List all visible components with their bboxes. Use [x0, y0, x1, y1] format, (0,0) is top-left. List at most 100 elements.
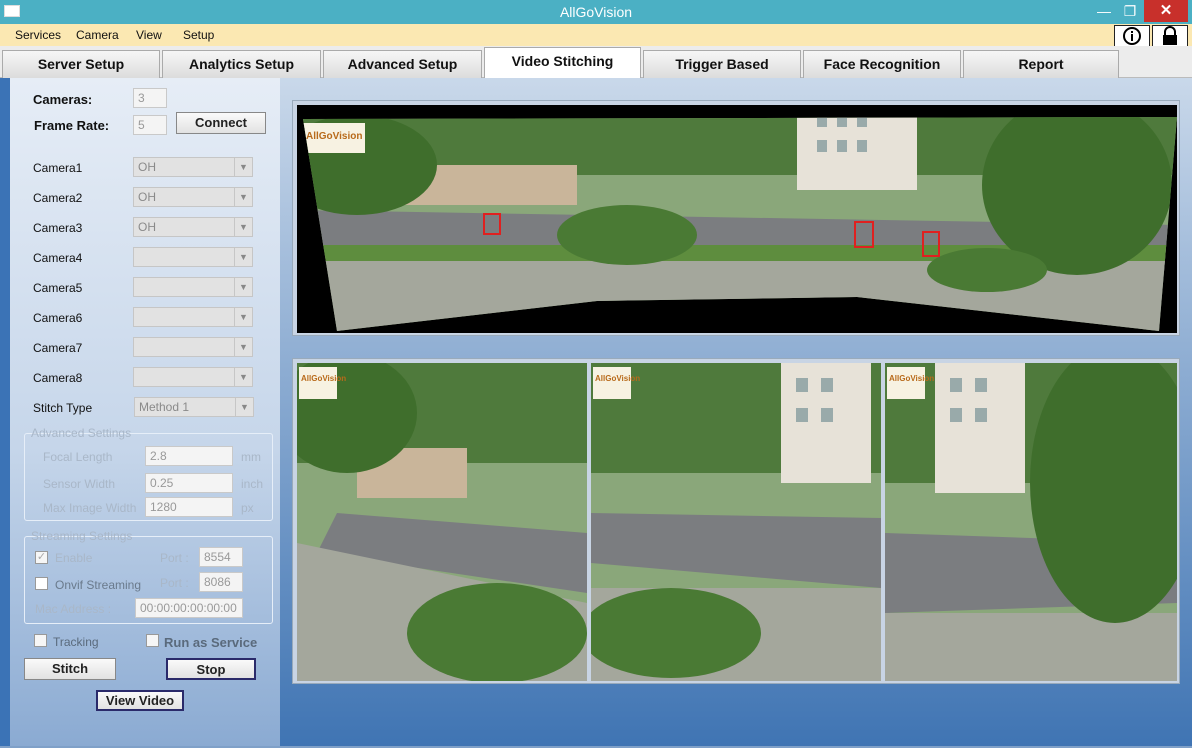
port2-field[interactable]: 8086	[199, 572, 243, 592]
enable-checkbox[interactable]: ✓	[35, 551, 48, 564]
camera8-label: Camera8	[33, 371, 83, 385]
onvif-checkbox[interactable]	[35, 577, 48, 590]
menu-view[interactable]: View	[136, 28, 162, 42]
tab-trigger-based[interactable]: Trigger Based	[643, 50, 801, 78]
panorama-watermark: AllGoVision	[306, 131, 363, 142]
port1-field[interactable]: 8554	[199, 547, 243, 567]
camera8-select[interactable]: ▼	[133, 367, 253, 387]
tracking-checkbox[interactable]	[34, 634, 47, 647]
focal-length-label: Focal Length	[43, 450, 113, 464]
max-image-width-unit: px	[241, 501, 254, 515]
sensor-width-field[interactable]: 0.25	[145, 473, 233, 493]
left-strip	[0, 78, 10, 748]
camera5-select[interactable]: ▼	[133, 277, 253, 297]
stitch-type-label: Stitch Type	[33, 401, 93, 415]
window-title: AllGoVision	[559, 4, 633, 20]
camera2-watermark: AllGoVision	[595, 374, 640, 383]
camera6-select[interactable]: ▼	[133, 307, 253, 327]
cameras-label: Cameras:	[33, 92, 93, 107]
mac-address-field[interactable]: 00:00:00:00:00:00	[135, 598, 243, 618]
tab-report[interactable]: Report	[963, 50, 1119, 78]
port1-label: Port :	[160, 551, 189, 565]
stop-button[interactable]: Stop	[166, 658, 256, 680]
camera1-select[interactable]: OH ▼	[133, 157, 253, 177]
port2-label: Port :	[160, 576, 189, 590]
tab-analytics-setup[interactable]: Analytics Setup	[162, 50, 321, 78]
cameras-count-field[interactable]: 3	[133, 88, 167, 108]
stitch-settings-panel: Cameras: 3 Frame Rate: 5 Connect Camera1…	[10, 78, 280, 748]
advanced-settings-group: Advanced Settings Focal Length 2.8 mm Se…	[24, 426, 273, 521]
menu-setup[interactable]: Setup	[183, 28, 214, 42]
camera2-value: OH	[138, 190, 156, 204]
camera2-scene: AllGoVision	[591, 363, 881, 681]
mac-address-label: Mac Address :	[35, 602, 112, 616]
chevron-down-icon: ▼	[234, 278, 252, 296]
sensor-width-label: Sensor Width	[43, 477, 116, 491]
streaming-settings-group: Streaming Settings ✓ Enable Port : 8554 …	[24, 529, 273, 624]
camera1-scene: AllGoVision	[297, 363, 587, 681]
camera3-select[interactable]: OH ▼	[133, 217, 253, 237]
camera3-scene: AllGoVision	[885, 363, 1177, 681]
menu-camera[interactable]: Camera	[76, 28, 119, 42]
stitch-type-select[interactable]: Method 1 ▼	[134, 397, 254, 417]
run-as-service-label: Run as Service	[164, 635, 258, 650]
tab-bar: Server Setup Analytics Setup Advanced Se…	[0, 46, 1192, 79]
camera3-value: OH	[138, 220, 156, 234]
camera7-select[interactable]: ▼	[133, 337, 253, 357]
stitched-panorama-view[interactable]: AllGoVision	[297, 105, 1177, 333]
title-bar: AllGoVision — ❐ ✕	[0, 0, 1192, 24]
camera6-label: Camera6	[33, 311, 83, 325]
lock-icon[interactable]	[1152, 25, 1188, 47]
camera2-select[interactable]: OH ▼	[133, 187, 253, 207]
main-area: Cameras: 3 Frame Rate: 5 Connect Camera1…	[0, 78, 1192, 748]
sensor-width-unit: inch	[241, 477, 264, 491]
max-image-width-label: Max Image Width	[43, 501, 137, 515]
run-as-service-checkbox[interactable]	[146, 634, 159, 647]
frame-rate-field[interactable]: 5	[133, 115, 167, 135]
camera2-view[interactable]: AllGoVision	[591, 363, 881, 681]
onvif-label: Onvif Streaming	[55, 578, 142, 592]
camera4-label: Camera4	[33, 251, 83, 265]
menu-services[interactable]: Services	[15, 28, 61, 42]
connect-button[interactable]: Connect	[176, 112, 266, 134]
camera7-label: Camera7	[33, 341, 83, 355]
chevron-down-icon: ▼	[234, 248, 252, 266]
frame-rate-label: Frame Rate:	[34, 118, 110, 133]
camera3-watermark: AllGoVision	[889, 374, 934, 383]
chevron-down-icon: ▼	[234, 188, 252, 206]
tab-video-stitching[interactable]: Video Stitching	[484, 47, 641, 79]
camera1-watermark: AllGoVision	[301, 374, 346, 383]
minimize-icon[interactable]: —	[1090, 0, 1118, 22]
camera2-label: Camera2	[33, 191, 83, 205]
tab-server-setup[interactable]: Server Setup	[2, 50, 160, 78]
tab-advanced-setup[interactable]: Advanced Setup	[323, 50, 482, 78]
advanced-settings-title: Advanced Settings	[31, 426, 132, 440]
view-video-button[interactable]: View Video	[96, 690, 184, 711]
tab-face-recognition[interactable]: Face Recognition	[803, 50, 961, 78]
chevron-down-icon: ▼	[235, 398, 253, 416]
camera1-value: OH	[138, 160, 156, 174]
camera-views-frame: AllGoVision AllGoVision AllGoVision	[292, 358, 1180, 684]
chevron-down-icon: ▼	[234, 368, 252, 386]
focal-length-unit: mm	[241, 450, 261, 464]
max-image-width-field[interactable]: 1280	[145, 497, 233, 517]
stitched-panorama-frame: AllGoVision	[292, 100, 1180, 336]
info-icon[interactable]	[1114, 25, 1150, 47]
stitch-type-value: Method 1	[139, 400, 190, 414]
close-icon[interactable]: ✕	[1144, 0, 1188, 22]
menu-bar: Services Camera View Setup	[0, 24, 1192, 47]
chevron-down-icon: ▼	[234, 158, 252, 176]
camera3-label: Camera3	[33, 221, 83, 235]
camera3-view[interactable]: AllGoVision	[885, 363, 1177, 681]
camera1-view[interactable]: AllGoVision	[297, 363, 587, 681]
enable-label: Enable	[55, 551, 93, 565]
stitch-button[interactable]: Stitch	[24, 658, 116, 680]
chevron-down-icon: ▼	[234, 338, 252, 356]
camera4-select[interactable]: ▼	[133, 247, 253, 267]
restore-icon[interactable]: ❐	[1116, 0, 1144, 22]
tracking-label: Tracking	[53, 635, 99, 649]
chevron-down-icon: ▼	[234, 308, 252, 326]
panorama-scene: AllGoVision	[303, 117, 1177, 331]
focal-length-field[interactable]: 2.8	[145, 446, 233, 466]
camera1-label: Camera1	[33, 161, 83, 175]
